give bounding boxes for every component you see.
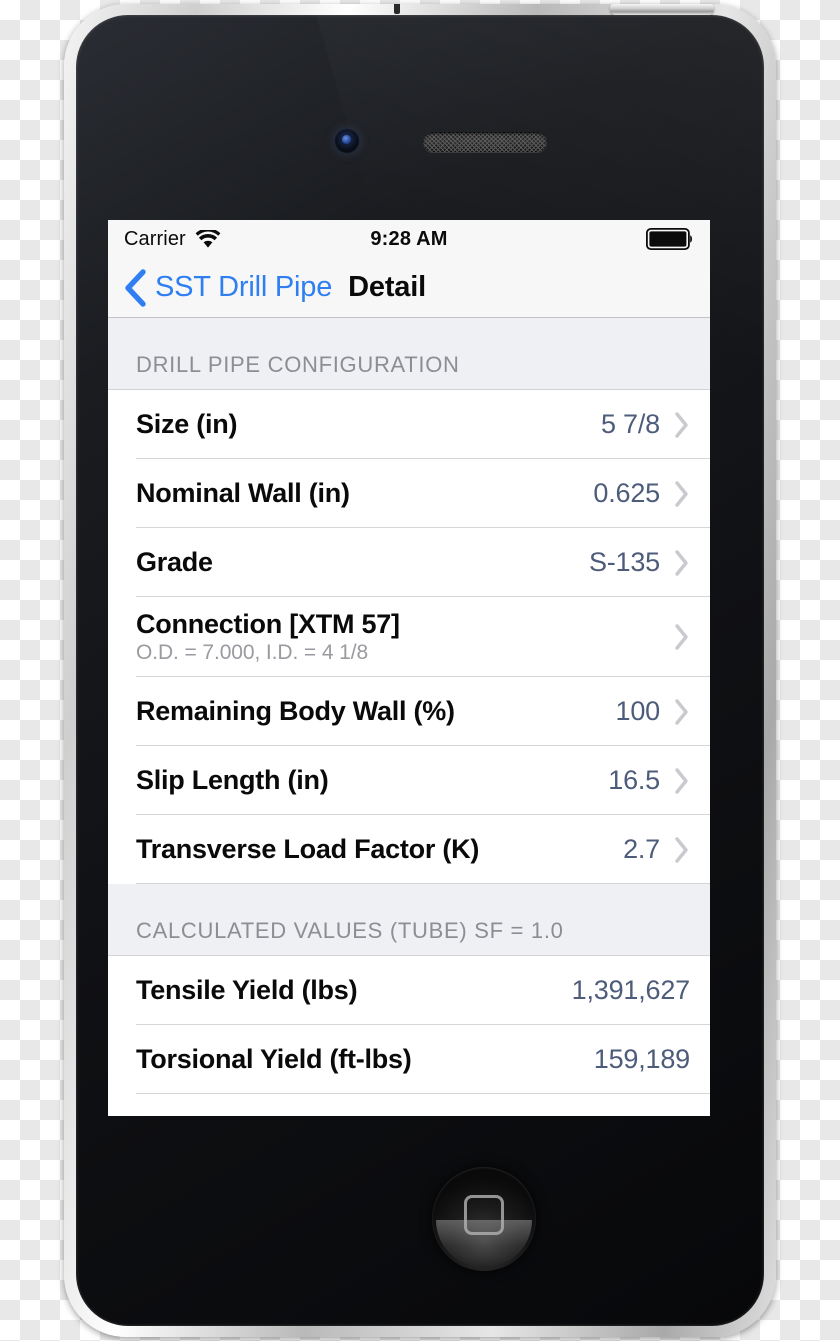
- row-text-group: Torsional Yield (ft-lbs): [136, 1044, 412, 1075]
- chevron-right-icon[interactable]: [674, 480, 690, 508]
- battery-full-icon: [646, 228, 694, 250]
- table-row-connection[interactable]: Connection [XTM 57] O.D. = 7.000, I.D. =…: [108, 597, 710, 677]
- home-square-icon: [464, 1194, 504, 1235]
- row-title: Nominal Wall (in): [136, 478, 350, 509]
- row-value: S-135: [588, 547, 660, 577]
- row-title: Tensile Yield (lbs): [136, 975, 358, 1006]
- table-row-torsional-yield: Torsional Yield (ft-lbs) 159,189: [108, 1025, 710, 1094]
- row-text-group: Slip Length (in): [136, 765, 329, 796]
- detail-table-view: DRILL PIPE CONFIGURATION Size (in) 5 7/8…: [108, 318, 710, 1094]
- table-row-size[interactable]: Size (in) 5 7/8: [108, 390, 710, 459]
- row-accessory-group: 1,391,627: [571, 975, 691, 1006]
- row-text-group: Connection [XTM 57] O.D. = 7.000, I.D. =…: [136, 609, 400, 666]
- row-value: 100: [615, 696, 661, 726]
- section-header-calculated-values: CALCULATED VALUES (TUBE) SF = 1.0: [108, 884, 710, 956]
- row-accessory-group: 0.625: [593, 478, 690, 509]
- headphone-jack-notch: [394, 4, 400, 14]
- row-value: 16.5: [608, 765, 660, 795]
- row-text-group: Nominal Wall (in): [136, 478, 350, 509]
- chevron-right-icon[interactable]: [674, 836, 690, 864]
- row-separator: [136, 1093, 710, 1094]
- row-title: Torsional Yield (ft-lbs): [136, 1044, 412, 1075]
- status-bar-right: [646, 228, 694, 250]
- home-button[interactable]: [432, 1167, 536, 1271]
- row-value: 2.7: [623, 834, 660, 864]
- chevron-right-icon[interactable]: [674, 698, 690, 726]
- row-text-group: Transverse Load Factor (K): [136, 834, 479, 865]
- row-title: Remaining Body Wall (%): [136, 696, 455, 727]
- row-title: Transverse Load Factor (K): [136, 834, 480, 865]
- table-row-tensile-yield: Tensile Yield (lbs) 1,391,627: [108, 956, 710, 1025]
- navigation-bar: SST Drill Pipe Detail: [108, 258, 710, 318]
- chevron-right-icon[interactable]: [674, 411, 690, 439]
- row-separator: [136, 883, 710, 884]
- row-accessory-group: 5 7/8: [601, 409, 690, 440]
- chevron-right-icon[interactable]: [674, 623, 690, 651]
- row-value: 159,189: [593, 1044, 690, 1074]
- row-value: 0.625: [593, 478, 660, 508]
- table-row-transverse-load-factor[interactable]: Transverse Load Factor (K) 2.7: [108, 815, 710, 884]
- table-row-grade[interactable]: Grade S-135: [108, 528, 710, 597]
- row-text-group: Remaining Body Wall (%): [136, 696, 455, 727]
- back-button-label[interactable]: SST Drill Pipe: [155, 271, 332, 304]
- row-accessory-group: 2.7: [623, 834, 690, 865]
- page-title: Detail: [348, 271, 426, 303]
- row-accessory-group: [674, 623, 690, 651]
- row-title: Slip Length (in): [136, 765, 329, 796]
- row-text-group: Tensile Yield (lbs): [136, 975, 358, 1006]
- power-button[interactable]: [610, 4, 714, 15]
- chevron-right-icon[interactable]: [674, 767, 690, 795]
- section-header-label: CALCULATED VALUES (TUBE) SF = 1.0: [136, 918, 564, 943]
- row-value: 5 7/8: [600, 409, 660, 439]
- front-camera-icon: [334, 128, 360, 154]
- section-header-label: DRILL PIPE CONFIGURATION: [136, 352, 460, 377]
- row-subtitle: O.D. = 7.000, I.D. = 4 1/8: [136, 641, 369, 665]
- section-header-configuration: DRILL PIPE CONFIGURATION: [108, 318, 710, 390]
- status-bar: Carrier 9:28 AM: [108, 220, 710, 258]
- row-accessory-group: S-135: [589, 547, 690, 578]
- chevron-right-icon[interactable]: [674, 549, 690, 577]
- earpiece-speaker: [423, 132, 547, 152]
- row-accessory-group: 159,189: [594, 1044, 690, 1075]
- row-accessory-group: 100: [616, 696, 690, 727]
- carrier-label: Carrier: [124, 227, 186, 250]
- row-text-group: Grade: [136, 547, 213, 578]
- table-row-nominal-wall[interactable]: Nominal Wall (in) 0.625: [108, 459, 710, 528]
- row-value: 1,391,627: [571, 975, 691, 1005]
- row-text-group: Size (in): [136, 409, 238, 440]
- row-accessory-group: 16.5: [608, 765, 690, 796]
- table-row-remaining-body-wall[interactable]: Remaining Body Wall (%) 100: [108, 677, 710, 746]
- status-bar-left: Carrier: [124, 228, 221, 251]
- row-title: Size (in): [136, 409, 238, 440]
- chevron-left-icon[interactable]: [122, 268, 153, 308]
- table-row-slip-length[interactable]: Slip Length (in) 16.5: [108, 746, 710, 815]
- row-title: Grade: [136, 547, 213, 578]
- wifi-icon: [195, 229, 221, 249]
- phone-screen: Carrier 9:28 AM SST Drill Pipe Detail DR…: [108, 220, 710, 1116]
- row-title: Connection [XTM 57]: [136, 608, 400, 639]
